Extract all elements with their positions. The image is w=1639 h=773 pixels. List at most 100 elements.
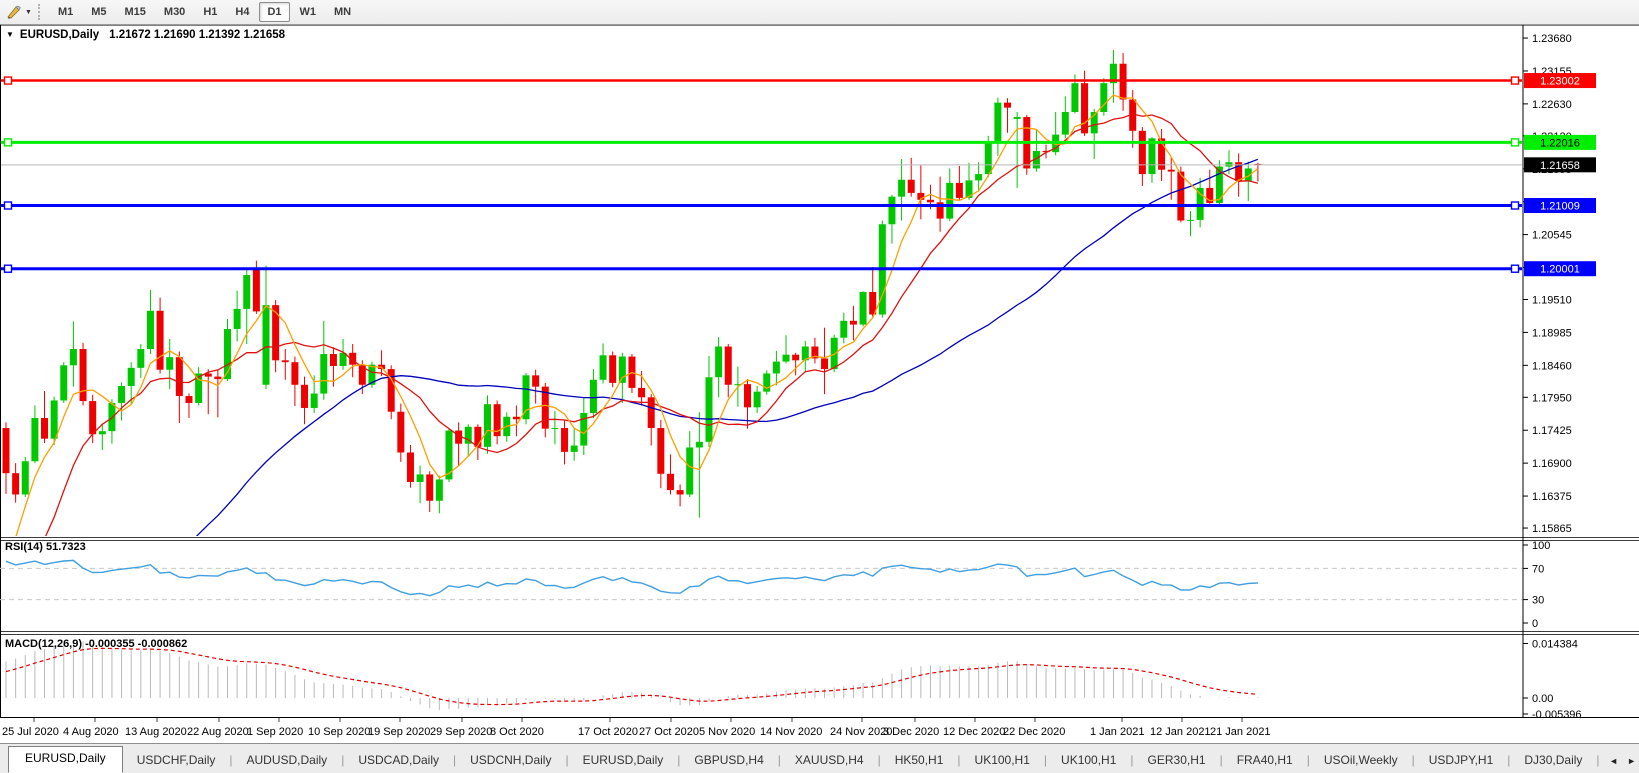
bull-candle (686, 447, 693, 494)
tab-audusd-daily[interactable]: AUDUSD,Daily (233, 749, 342, 773)
tab-dj30-daily[interactable]: DJ30,Daily (1510, 749, 1596, 773)
bull-candle (888, 197, 895, 225)
line-anchor-handle[interactable] (5, 77, 12, 84)
bull-candle (60, 365, 67, 400)
bull-candle (840, 321, 847, 338)
line-anchor-handle[interactable] (1512, 202, 1519, 209)
tab-gbpusd-h4[interactable]: GBPUSD,H4 (680, 749, 777, 773)
tab-scroll-left-icon[interactable]: ◄ (1609, 756, 1618, 766)
bear-candle (1168, 170, 1175, 172)
tab-xauusd-h4[interactable]: XAUUSD,H4 (781, 749, 878, 773)
timeframe-button-m30[interactable]: M30 (156, 2, 193, 22)
bull-candle (571, 446, 578, 452)
bear-candle (927, 200, 934, 203)
bear-candle (609, 355, 616, 383)
date-tick-label: 1 Sep 2020 (247, 726, 303, 738)
tab-hk50-h1[interactable]: HK50,H1 (881, 749, 958, 773)
bull-candle (705, 377, 712, 442)
tab-eurusd-daily[interactable]: EURUSD,Daily (8, 746, 123, 773)
bear-candle (330, 354, 337, 366)
timeframe-button-h1[interactable]: H1 (195, 2, 225, 22)
timeframe-button-w1[interactable]: W1 (292, 2, 325, 22)
price-tick-label: 1.19510 (1532, 294, 1572, 306)
tab-eurusd-daily[interactable]: EURUSD,Daily (569, 749, 678, 773)
tab-uk100-h1[interactable]: UK100,H1 (1047, 749, 1130, 773)
tab-usdcad-daily[interactable]: USDCAD,Daily (344, 749, 453, 773)
draw-tool-dropdown[interactable]: ▼ (0, 0, 36, 24)
crayon-icon (6, 4, 22, 20)
bull-candle (523, 375, 530, 419)
price-tick-label: 1.15865 (1532, 523, 1572, 535)
bull-candle (619, 357, 626, 383)
date-tick-label: 5 Nov 2020 (699, 726, 755, 738)
bear-candle (1177, 172, 1184, 221)
mt4-window: ▼ M1M5M15M30H1H4D1W1MN 1.236801.231551.2… (0, 0, 1639, 773)
bull-candle (946, 183, 953, 219)
timeframe-button-m15[interactable]: M15 (117, 2, 154, 22)
macd-scale-label: -0.005396 (1532, 709, 1582, 721)
tab-fra40-h1[interactable]: FRA40,H1 (1223, 749, 1307, 773)
bear-candle (744, 384, 751, 407)
tab-usdchf-daily[interactable]: USDCHF,Daily (123, 749, 230, 773)
date-tick-label: 1 Jan 2021 (1090, 726, 1144, 738)
bear-candle (821, 358, 828, 369)
rsi-indicator-label: RSI(14) 51.7323 (5, 541, 86, 553)
date-tick-label: 4 Aug 2020 (63, 726, 119, 738)
bull-candle (696, 442, 703, 448)
bear-candle (214, 377, 221, 380)
date-tick-label: 17 Oct 2020 (578, 726, 638, 738)
bull-candle (1197, 188, 1204, 220)
price-label-1.23002: 1.23002 (1524, 73, 1596, 88)
date-tick-label: 25 Jul 2020 (2, 726, 59, 738)
date-tick-label: 22 Aug 2020 (187, 726, 249, 738)
bear-candle (474, 427, 481, 447)
toolbar-grip-handle[interactable] (38, 4, 43, 20)
tab-usdjpy-h1[interactable]: USDJPY,H1 (1415, 749, 1507, 773)
timeframe-button-h4[interactable]: H4 (227, 2, 257, 22)
bull-candle (70, 349, 77, 365)
macd-scale-label: 0.00 (1532, 693, 1553, 705)
line-anchor-handle[interactable] (1512, 265, 1519, 272)
bear-candle (725, 347, 732, 385)
bull-candle (166, 357, 173, 370)
line-anchor-handle[interactable] (5, 202, 12, 209)
date-axis[interactable]: 25 Jul 2020 4 Aug 2020 13 Aug 202022 Aug 2… (2, 718, 1271, 738)
rsi-scale-label: 70 (1532, 563, 1544, 575)
line-anchor-handle[interactable] (1512, 139, 1519, 146)
bull-candle (263, 305, 270, 385)
chevron-down-icon: ▼ (25, 9, 32, 16)
date-tick-label: 13 Aug 2020 (125, 726, 187, 738)
date-tick-label: 12 Jan 2021 (1150, 726, 1211, 738)
bear-candle (80, 349, 87, 401)
timeframe-button-m5[interactable]: M5 (83, 2, 114, 22)
tab-ger30-h1[interactable]: GER30,H1 (1134, 749, 1220, 773)
bear-candle (407, 452, 414, 481)
timeframe-button-mn[interactable]: MN (326, 2, 359, 22)
timeframe-button-m1[interactable]: M1 (50, 2, 81, 22)
date-tick-label: 22 Dec 2020 (1003, 726, 1065, 738)
tab-scroll-right-icon[interactable]: ► (1627, 756, 1636, 766)
bull-candle (22, 461, 29, 494)
tab-usdcnh-daily[interactable]: USDCNH,Daily (456, 749, 565, 773)
line-anchor-handle[interactable] (5, 139, 12, 146)
price-tick-label: 1.17950 (1532, 392, 1572, 404)
date-tick-label: 29 Sep 2020 (430, 726, 492, 738)
timeframe-toolbar: ▼ M1M5M15M30H1H4D1W1MN (0, 0, 1639, 25)
line-anchor-handle[interactable] (1512, 77, 1519, 84)
line-anchor-handle[interactable] (5, 265, 12, 272)
date-tick-label: 27 Oct 2020 (639, 726, 699, 738)
chart-canvas[interactable]: 1.236801.231551.226301.221201.215951.210… (0, 0, 1639, 773)
collapse-triangle-icon[interactable]: ▼ (6, 30, 14, 39)
bull-candle (99, 431, 106, 434)
price-tick-label: 1.18460 (1532, 360, 1572, 372)
tab-uk100-h1[interactable]: UK100,H1 (961, 749, 1044, 773)
timeframe-button-d1[interactable]: D1 (259, 2, 289, 22)
bull-candle (311, 394, 318, 408)
bear-candle (513, 417, 520, 420)
bull-candle (51, 400, 58, 438)
bear-candle (176, 357, 183, 396)
price-tick-label: 1.18985 (1532, 327, 1572, 339)
tab-usoil-weekly[interactable]: USOil,Weekly (1310, 749, 1412, 773)
date-tick-label: 14 Nov 2020 (760, 726, 822, 738)
symbol-period-label: EURUSD,Daily (20, 29, 99, 41)
